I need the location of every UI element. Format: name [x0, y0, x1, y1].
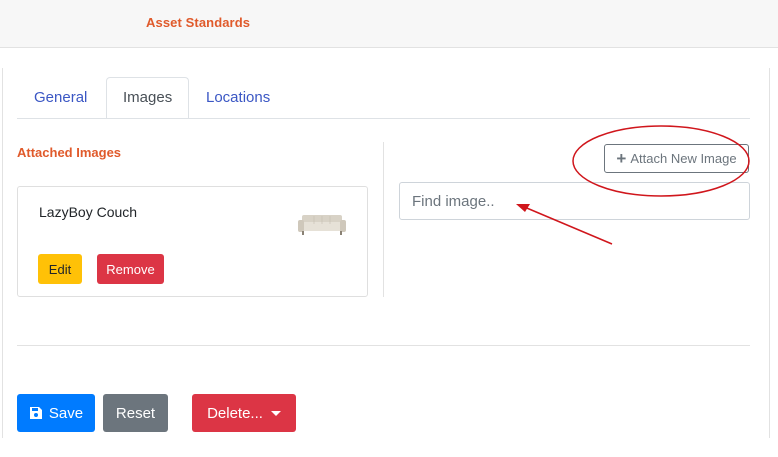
page-title: Asset Standards [146, 15, 251, 30]
caret-down-icon [270, 410, 281, 416]
footer-divider [17, 345, 750, 346]
tab-locations[interactable]: Locations [190, 77, 286, 119]
floppy-disk-icon [29, 407, 42, 419]
column-divider [383, 142, 384, 297]
delete-label: Delete... [207, 404, 263, 422]
attach-label: Attach New Image [630, 151, 737, 166]
couch-image [296, 209, 348, 239]
edit-button[interactable]: Edit [38, 254, 82, 284]
tabs-divider [17, 118, 750, 119]
find-image-input[interactable] [399, 182, 750, 220]
attached-images-heading: Attached Images [17, 145, 122, 160]
delete-dropdown-button[interactable]: Delete... [192, 394, 296, 432]
plus-icon: + [616, 149, 627, 168]
tab-general[interactable]: General [18, 77, 103, 119]
save-label: Save [48, 404, 84, 422]
remove-button[interactable]: Remove [97, 254, 164, 284]
attach-new-image-button[interactable]: + Attach New Image [604, 144, 749, 173]
save-button[interactable]: Save [17, 394, 95, 432]
tab-images[interactable]: Images [106, 77, 190, 119]
image-card: LazyBoy Couch Edit Remove [17, 186, 368, 297]
header-bar: Asset Standards [0, 0, 778, 48]
image-name: LazyBoy Couch [39, 204, 138, 220]
reset-button[interactable]: Reset [103, 394, 168, 432]
